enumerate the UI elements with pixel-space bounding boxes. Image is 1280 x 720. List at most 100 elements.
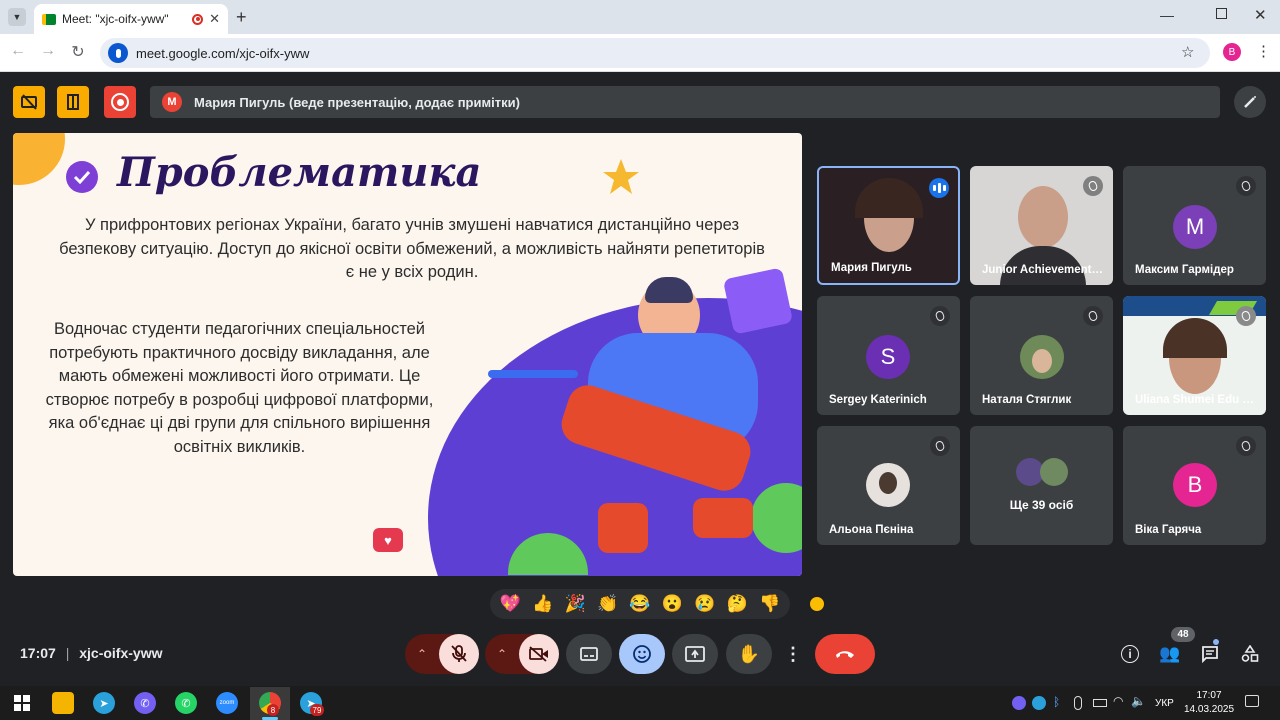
browser-tab[interactable]: Meet: "xjc-oifx-yww" ✕ [34, 4, 228, 34]
presenter-avatar: M [162, 92, 182, 112]
annotate-button[interactable] [1234, 86, 1266, 118]
more-options-button[interactable]: ⋮ [780, 634, 806, 674]
recording-indicator-icon [192, 13, 204, 25]
reactions-button[interactable] [619, 634, 665, 674]
tab-close-icon[interactable]: ✕ [209, 11, 220, 27]
participant-tile[interactable]: B Віка Гаряча [1123, 426, 1266, 545]
camera-options-chevron-icon[interactable]: ⌃ [497, 647, 507, 661]
others-tile[interactable]: Ще 39 осіб [970, 426, 1113, 545]
tray-wifi-icon[interactable]: ◠ [1113, 694, 1123, 708]
pen-icon [1244, 96, 1256, 108]
activities-button[interactable] [1236, 640, 1264, 668]
mic-control-group: ⌃ [405, 634, 479, 674]
new-tab-button[interactable]: + [236, 7, 247, 28]
reaction-party-popper[interactable]: 🎉 [565, 594, 586, 614]
present-screen-button[interactable] [672, 634, 718, 674]
mic-off-icon [451, 645, 467, 662]
reaction-crying[interactable]: 😢 [694, 594, 715, 614]
tab-search-icon[interactable]: ▼ [8, 8, 26, 26]
slide-paragraph-1: У прифронтових регіонах України, багато … [59, 216, 765, 281]
mic-off-icon [1083, 306, 1103, 326]
heart-like-icon: ♥ [373, 528, 403, 552]
skin-tone-selector[interactable] [808, 595, 826, 613]
end-call-icon [836, 651, 854, 658]
address-bar[interactable]: meet.google.com/xjc-oifx-yww [100, 38, 1210, 68]
participant-video [1018, 186, 1068, 248]
people-icon: 👥 [1159, 644, 1181, 663]
tray-clock[interactable]: 17:07 14.03.2025 [1184, 689, 1234, 717]
raise-hand-button[interactable]: ✋ [726, 634, 772, 674]
file-explorer-icon[interactable] [52, 692, 74, 714]
reaction-thumbs-down[interactable]: 👎 [759, 594, 780, 614]
reaction-sparkling-heart[interactable]: 💖 [500, 594, 521, 614]
checkmark-icon [66, 161, 98, 193]
mic-toggle-button[interactable] [439, 634, 479, 674]
more-vertical-icon: ⋮ [784, 643, 802, 664]
participant-avatar [1040, 458, 1068, 486]
present-icon [685, 646, 705, 662]
reaction-thinking[interactable]: 🤔 [727, 594, 748, 614]
leave-call-button[interactable] [815, 634, 875, 674]
character-shoe-left [598, 503, 648, 553]
reaction-clapping[interactable]: 👏 [597, 594, 618, 614]
companion-mode-button[interactable] [57, 86, 89, 118]
whatsapp-icon[interactable]: ✆ [175, 692, 197, 714]
bookmark-star-icon[interactable]: ☆ [1181, 43, 1194, 61]
meeting-time: 17:07 [20, 645, 56, 661]
zoom-icon[interactable]: zoom [216, 692, 238, 714]
tray-telegram-icon[interactable] [1032, 696, 1046, 710]
door-icon [67, 94, 79, 110]
participant-tile[interactable]: Junior Achievement Ukraine [970, 166, 1113, 285]
forward-arrow-icon[interactable]: → [38, 42, 58, 60]
people-button[interactable]: 👥 [1156, 640, 1184, 668]
meeting-details-button[interactable]: i [1116, 640, 1144, 668]
profile-avatar[interactable]: B [1223, 43, 1241, 61]
captions-off-icon [21, 94, 37, 110]
window-close-button[interactable]: ✕ [1254, 6, 1267, 24]
participant-name: Віка Гаряча [1135, 524, 1202, 536]
captions-button[interactable] [566, 634, 612, 674]
reactions-bar: 💖 👍 🎉 👏 😂 😮 😢 🤔 👎 [490, 589, 790, 619]
browser-menu-icon[interactable]: ⋮ [1256, 42, 1271, 60]
participant-tile[interactable]: Наталя Стяглик [970, 296, 1113, 415]
tray-time: 17:07 [1196, 690, 1222, 701]
participant-tile[interactable]: S Sergey Katerinich [817, 296, 960, 415]
mic-off-icon [930, 436, 950, 456]
chat-button[interactable] [1196, 640, 1224, 668]
participant-name: Максим Гармідер [1135, 264, 1234, 276]
participant-tile[interactable]: Мария Пигуль [817, 166, 960, 285]
reaction-surprised[interactable]: 😮 [662, 594, 683, 614]
site-info-icon[interactable] [108, 43, 128, 63]
reaction-laughing[interactable]: 😂 [629, 594, 650, 614]
participant-avatar: M [1173, 205, 1217, 249]
participant-tile[interactable]: Альона Пєніна [817, 426, 960, 545]
participant-name: Sergey Katerinich [829, 394, 927, 406]
notifications-icon[interactable] [1245, 695, 1259, 707]
tray-volume-icon[interactable]: 🔈 [1131, 694, 1146, 708]
windows-start-icon[interactable] [11, 692, 33, 714]
back-arrow-icon[interactable]: ← [8, 42, 28, 60]
tray-language[interactable]: УКР [1155, 698, 1174, 709]
captions-off-button[interactable] [13, 86, 45, 118]
maximize-button[interactable] [1216, 8, 1227, 19]
minimize-button[interactable]: — [1160, 7, 1174, 23]
participant-name: Junior Achievement Ukraine [982, 264, 1106, 276]
participant-tile[interactable]: M Максим Гармідер [1123, 166, 1266, 285]
tab-title: Meet: "xjc-oifx-yww" [62, 12, 169, 26]
participant-tile[interactable]: Uliana Shumei Edu Hub [1123, 296, 1266, 415]
participant-photo [1020, 335, 1064, 379]
browser-tab-strip: ▼ Meet: "xjc-oifx-yww" ✕ + — ✕ [0, 0, 1280, 34]
recording-button[interactable] [104, 86, 136, 118]
reaction-thumbs-up[interactable]: 👍 [532, 594, 553, 614]
tray-battery-icon[interactable] [1093, 699, 1107, 707]
reload-icon[interactable]: ↻ [68, 42, 88, 62]
tray-microphone-icon[interactable] [1074, 696, 1082, 710]
mic-options-chevron-icon[interactable]: ⌃ [417, 647, 427, 661]
tray-viber-icon[interactable] [1012, 696, 1026, 710]
telegram-icon[interactable]: ➤ [93, 692, 115, 714]
viber-icon[interactable]: ✆ [134, 692, 156, 714]
camera-toggle-button[interactable] [519, 634, 559, 674]
tray-bluetooth-icon[interactable]: ᛒ [1053, 695, 1060, 709]
star-icon [603, 159, 639, 194]
mic-off-icon [1236, 436, 1256, 456]
